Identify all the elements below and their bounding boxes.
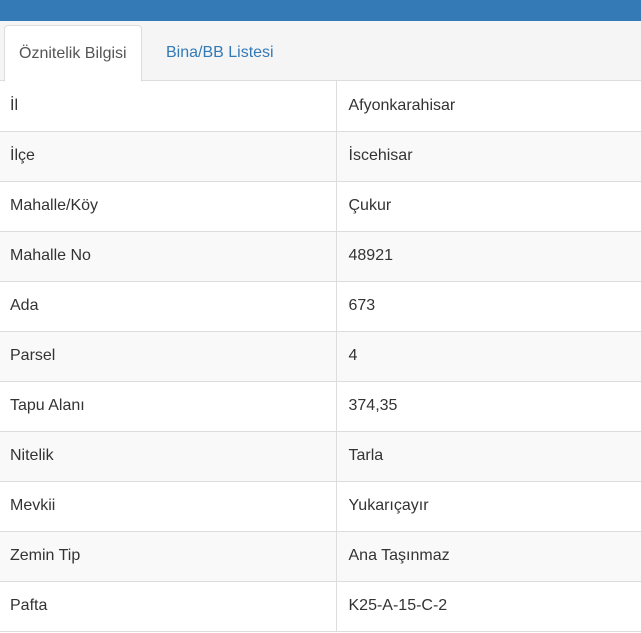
tab-strip: Öznitelik Bilgisi Bina/BB Listesi (0, 21, 641, 82)
attribute-key: Ada (0, 281, 337, 332)
attribute-key: Mahalle/Köy (0, 181, 337, 232)
attribute-value: Ana Taşınmaz (336, 531, 641, 582)
attribute-key: Tapu Alanı (0, 381, 337, 432)
attribute-value: 48921 (336, 231, 641, 282)
attribute-key: Mahalle No (0, 231, 337, 282)
attribute-value: K25-A-15-C-2 (336, 581, 641, 632)
attribute-value: Tarla (336, 431, 641, 482)
attribute-value: 4 (336, 331, 641, 382)
attribute-value: Yukarıçayır (336, 481, 641, 532)
table-row: Mahalle/Köy Çukur (0, 181, 641, 232)
panel-header-bar (0, 0, 641, 21)
table-row: Zemin Tip Ana Taşınmaz (0, 531, 641, 582)
table-row: Tapu Alanı 374,35 (0, 381, 641, 432)
attribute-value: Afyonkarahisar (336, 81, 641, 132)
attribute-key: İlçe (0, 131, 337, 182)
tab-bina-bb-listesi[interactable]: Bina/BB Listesi (152, 25, 288, 81)
attribute-key: Mevkii (0, 481, 337, 532)
table-row: Mevkii Yukarıçayır (0, 481, 641, 532)
table-row: Parsel 4 (0, 331, 641, 382)
attribute-key: Pafta (0, 581, 337, 632)
table-row: İlçe İscehisar (0, 131, 641, 182)
attribute-key: Zemin Tip (0, 531, 337, 582)
attribute-value: 374,35 (336, 381, 641, 432)
table-row: Pafta K25-A-15-C-2 (0, 581, 641, 632)
table-row: İl Afyonkarahisar (0, 81, 641, 132)
tab-oznitelik-bilgisi[interactable]: Öznitelik Bilgisi (4, 25, 142, 82)
attribute-value: Çukur (336, 181, 641, 232)
attribute-key: İl (0, 81, 337, 132)
attribute-key: Parsel (0, 331, 337, 382)
table-row: Nitelik Tarla (0, 431, 641, 482)
table-row: Mahalle No 48921 (0, 231, 641, 282)
attribute-key: Nitelik (0, 431, 337, 482)
attribute-table: İl Afyonkarahisar İlçe İscehisar Mahalle… (0, 81, 641, 632)
table-row: Ada 673 (0, 281, 641, 332)
attribute-value: İscehisar (336, 131, 641, 182)
attribute-value: 673 (336, 281, 641, 332)
